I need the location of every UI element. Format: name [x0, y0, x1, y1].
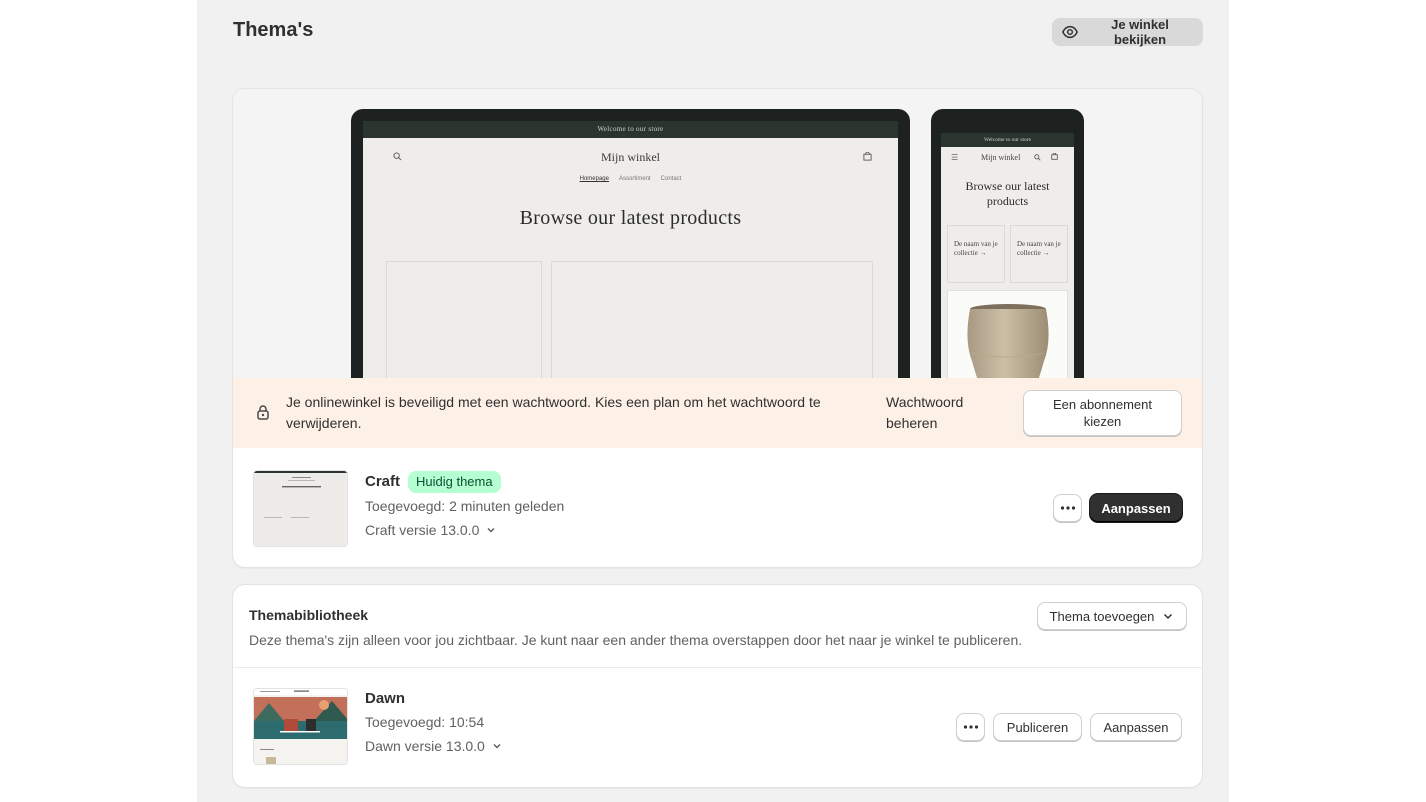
- mobile-collection-card: De naam van je collectie →: [1010, 225, 1068, 283]
- password-banner-text: Je onlinewinkel is beveiligd met een wac…: [286, 394, 821, 431]
- current-theme-badge: Huidig thema: [408, 471, 501, 493]
- view-store-button[interactable]: Je winkel bekijken: [1052, 17, 1203, 47]
- library-description: Deze thema's zijn alleen voor jou zichtb…: [249, 632, 1023, 648]
- choose-plan-button[interactable]: Een abonnement kiezen: [1023, 390, 1182, 436]
- theme-preview: Welcome to our store Mijn winkel Homepag…: [233, 89, 1202, 378]
- lock-icon: [257, 405, 269, 420]
- customize-button[interactable]: Aanpassen: [1090, 494, 1182, 522]
- theme-added-date: Toegevoegd: 10:54: [365, 714, 485, 730]
- vase-image: [967, 304, 1049, 378]
- desktop-preview: Welcome to our store Mijn winkel Homepag…: [351, 109, 910, 378]
- password-protection-banner: Je onlinewinkel is beveiligd met een wac…: [233, 378, 1202, 448]
- mobile-product-card: [947, 290, 1068, 378]
- library-theme-row: Dawn Toegevoegd: 10:54 Dawn versie 13.0.…: [233, 668, 1202, 787]
- add-theme-button[interactable]: Thema toevoegen: [1037, 602, 1187, 630]
- search-icon: [1034, 154, 1041, 161]
- desktop-store-name: Mijn winkel: [601, 150, 660, 164]
- mobile-announcement-bar: Welcome to our store: [941, 133, 1074, 147]
- current-theme-card: Welcome to our store Mijn winkel Homepag…: [233, 89, 1202, 567]
- chevron-down-icon: [493, 743, 501, 749]
- desktop-collection-placeholder: [386, 261, 542, 378]
- theme-version-label: Craft versie 13.0.0: [365, 522, 480, 538]
- desktop-preview-screen: Welcome to our store Mijn winkel Homepag…: [363, 121, 898, 378]
- more-actions-button[interactable]: [956, 713, 985, 741]
- mobile-hero-heading: Browse our latest products: [965, 179, 1050, 208]
- mobile-preview: Welcome to our store ☰ Mijn winkel Brows…: [931, 109, 1084, 378]
- mobile-preview-header: ☰ Mijn winkel: [941, 147, 1074, 169]
- more-actions-button[interactable]: [1053, 494, 1082, 522]
- chevron-down-icon: [1164, 613, 1173, 620]
- view-store-label: Je winkel bekijken: [1111, 17, 1169, 47]
- menu-icon: ☰: [951, 153, 959, 162]
- mobile-collection-card: De naam van je collectie →: [947, 225, 1005, 283]
- dawn-thumbnail-image: [254, 689, 347, 764]
- mobile-store-name: Mijn winkel: [981, 153, 1021, 162]
- theme-added-date: Toegevoegd: 2 minuten geleden: [365, 498, 565, 514]
- craft-thumbnail-image: [254, 471, 347, 518]
- publish-button[interactable]: Publiceren: [993, 713, 1082, 741]
- more-horizontal-icon: [1060, 506, 1075, 510]
- desktop-announcement-bar: Welcome to our store: [363, 121, 898, 138]
- eye-icon: [1061, 25, 1079, 39]
- add-theme-label: Thema toevoegen: [1049, 608, 1155, 624]
- customize-button[interactable]: Aanpassen: [1090, 713, 1182, 741]
- page-title: Thema's: [233, 19, 314, 41]
- cart-icon: [1051, 153, 1058, 160]
- cart-icon: [863, 152, 872, 161]
- desktop-hero-heading: Browse our latest products: [519, 207, 742, 229]
- desktop-collection-placeholder: [551, 261, 873, 378]
- library-title: Themabibliotheek: [249, 607, 369, 623]
- themes-page: Thema's Je winkel bekijken Welcome to ou…: [197, 0, 1229, 802]
- theme-version-toggle[interactable]: Dawn versie 13.0.0: [365, 738, 503, 754]
- mobile-preview-screen: Welcome to our store ☰ Mijn winkel Brows…: [941, 133, 1074, 378]
- theme-name: Dawn: [365, 690, 406, 707]
- manage-password-link[interactable]: Wachtwoord beheren: [886, 392, 986, 434]
- more-horizontal-icon: [963, 725, 978, 729]
- theme-library-card: Themabibliotheek Deze thema's zijn allee…: [233, 585, 1202, 787]
- theme-thumbnail: [253, 688, 348, 765]
- desktop-preview-header: Mijn winkel: [363, 138, 898, 180]
- theme-thumbnail: [253, 470, 348, 547]
- theme-version-label: Dawn versie 13.0.0: [365, 738, 485, 754]
- current-theme-row: Craft Huidig thema Toegevoegd: 2 minuten…: [233, 448, 1202, 567]
- theme-version-toggle[interactable]: Craft versie 13.0.0: [365, 522, 497, 538]
- chevron-down-icon: [487, 527, 495, 533]
- theme-name: Craft: [365, 473, 401, 490]
